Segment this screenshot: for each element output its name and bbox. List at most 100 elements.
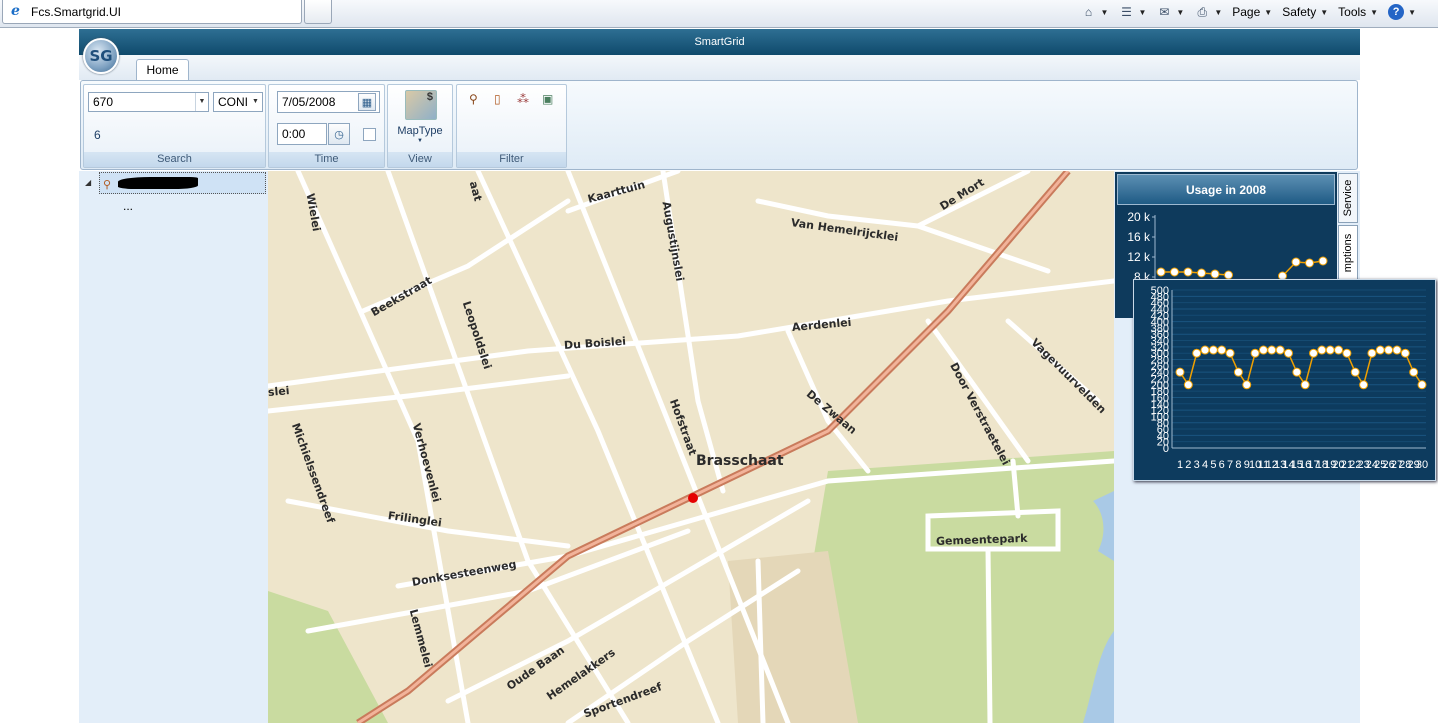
chevron-down-icon[interactable]: ▼ bbox=[249, 93, 262, 111]
data-point bbox=[1183, 267, 1193, 277]
tree-root-label-redacted bbox=[118, 177, 198, 189]
data-point bbox=[1400, 348, 1410, 358]
time-checkbox[interactable] bbox=[363, 128, 376, 141]
tab-service[interactable]: Service bbox=[1338, 173, 1358, 223]
chevron-down-icon[interactable]: ▼ bbox=[1138, 8, 1146, 17]
tab-consumptions[interactable]: mptions bbox=[1338, 225, 1358, 281]
y-tick-label: 20 k bbox=[1127, 210, 1151, 224]
data-point bbox=[1384, 345, 1394, 355]
data-point bbox=[1409, 367, 1419, 377]
x-tick-label: 7 bbox=[1227, 459, 1233, 471]
clock-icon[interactable]: ◷ bbox=[328, 123, 350, 145]
map-type-icon[interactable]: $ bbox=[405, 90, 437, 120]
calendar-icon[interactable]: ▦ bbox=[358, 93, 376, 111]
data-point bbox=[1291, 257, 1301, 267]
chevron-down-icon[interactable]: ▼ bbox=[1214, 8, 1222, 17]
data-point bbox=[1183, 380, 1193, 390]
map-type-button[interactable]: MapType bbox=[388, 125, 452, 137]
tree-view: ◢ ⚲ ... bbox=[79, 171, 268, 723]
expand-triangle-icon[interactable]: ◢ bbox=[85, 178, 91, 187]
home-icon[interactable]: ⌂ bbox=[1081, 4, 1097, 20]
street-label: slei bbox=[268, 384, 291, 399]
data-point bbox=[1156, 267, 1166, 277]
search-type-value: CONI bbox=[218, 95, 248, 109]
document-filter-icon[interactable]: ▯ bbox=[494, 92, 501, 106]
data-point bbox=[1258, 345, 1268, 355]
filter-group: ⚲ ▯ ⁂ ▣ Filter bbox=[456, 84, 567, 168]
data-point bbox=[1208, 345, 1218, 355]
data-point bbox=[1305, 258, 1314, 268]
search-result-count[interactable]: 6 bbox=[94, 128, 101, 142]
meter-location-pin[interactable] bbox=[688, 493, 698, 503]
date-value: 7/05/2008 bbox=[282, 95, 336, 109]
new-tab-button[interactable] bbox=[304, 0, 332, 24]
data-point bbox=[1342, 348, 1352, 358]
browser-tab[interactable]: e Fcs.Smartgrid.UI bbox=[2, 0, 302, 24]
chevron-down-icon[interactable]: ▼ bbox=[1320, 8, 1328, 17]
browser-command-bar: e Fcs.Smartgrid.UI ⌂ ▼ ☰ ▼ ✉ ▼ ⎙ ▼ Page ▼ Saf… bbox=[0, 0, 1438, 28]
data-point bbox=[1417, 380, 1427, 390]
help-icon[interactable]: ? bbox=[1388, 4, 1405, 20]
data-point bbox=[1197, 268, 1206, 278]
time-field[interactable]: 0:00 bbox=[277, 123, 327, 145]
data-point bbox=[1350, 367, 1360, 377]
print-icon[interactable]: ⎙ bbox=[1194, 4, 1210, 20]
chevron-down-icon[interactable]: ▼ bbox=[1101, 8, 1109, 17]
page-menu[interactable]: Page bbox=[1232, 5, 1260, 19]
data-point bbox=[1309, 348, 1319, 358]
data-point bbox=[1170, 267, 1179, 277]
tools-menu[interactable]: Tools bbox=[1338, 5, 1366, 19]
search-id-combo[interactable]: 670 ▼ bbox=[88, 92, 209, 112]
data-point bbox=[1217, 345, 1227, 355]
x-tick-label: 6 bbox=[1219, 459, 1225, 471]
map-view[interactable]: Wielei aat Kaarttuin Augustijnslei Van H… bbox=[268, 171, 1114, 723]
chevron-down-icon[interactable]: ▼ bbox=[195, 93, 208, 111]
meter-filter-icon[interactable]: ⚲ bbox=[469, 92, 478, 106]
time-group: 7/05/2008 ▦ 0:00 ◷ Time bbox=[268, 84, 385, 168]
data-point bbox=[1225, 348, 1235, 358]
data-point bbox=[1224, 270, 1233, 280]
data-point bbox=[1318, 256, 1328, 266]
time-group-label: Time bbox=[269, 152, 384, 167]
chevron-down-icon[interactable]: ▼ bbox=[1264, 8, 1272, 17]
tree-root-node[interactable]: ⚲ bbox=[99, 172, 266, 194]
chevron-down-icon[interactable]: ▼ bbox=[1370, 8, 1378, 17]
tree-child-node[interactable]: ... bbox=[123, 199, 133, 213]
safety-menu[interactable]: Safety bbox=[1282, 5, 1316, 19]
app-title: SmartGrid bbox=[79, 29, 1360, 55]
data-point bbox=[1359, 380, 1369, 390]
data-point bbox=[1283, 348, 1293, 358]
app-logo[interactable]: SG bbox=[83, 38, 119, 74]
ie-icon: e bbox=[11, 3, 20, 19]
network-filter-icon[interactable]: ⁂ bbox=[517, 92, 529, 106]
daily-usage-popup: 500 480 460 440 420 400 380 360 340 320 300 280 260 2… bbox=[1133, 279, 1436, 481]
search-type-combo[interactable]: CONI ▼ bbox=[213, 92, 263, 112]
y-tick-label: 0 bbox=[1163, 443, 1169, 455]
data-point bbox=[1275, 345, 1285, 355]
data-point bbox=[1317, 345, 1327, 355]
data-point bbox=[1300, 380, 1310, 390]
chevron-down-icon[interactable]: ▼ bbox=[388, 138, 452, 144]
park-area bbox=[268, 591, 388, 723]
mail-icon[interactable]: ✉ bbox=[1156, 4, 1172, 20]
data-point bbox=[1233, 367, 1243, 377]
data-point bbox=[1334, 345, 1344, 355]
feeds-icon[interactable]: ☰ bbox=[1118, 4, 1134, 20]
view-group-label: View bbox=[388, 152, 452, 167]
y-tick-label: 12 k bbox=[1127, 250, 1151, 264]
ribbon: 670 ▼ CONI ▼ 6 Search 7/05/2008 ▦ 0:00 ◷… bbox=[80, 80, 1358, 170]
data-point bbox=[1367, 348, 1377, 358]
city-label: Brasschaat bbox=[696, 453, 784, 469]
data-point bbox=[1292, 367, 1302, 377]
chevron-down-icon[interactable]: ▼ bbox=[1408, 8, 1416, 17]
view-group: $ MapType ▼ View bbox=[387, 84, 453, 168]
data-point bbox=[1250, 348, 1260, 358]
data-point bbox=[1175, 367, 1185, 377]
device-filter-icon[interactable]: ▣ bbox=[542, 92, 553, 106]
tab-home[interactable]: Home bbox=[136, 59, 189, 81]
chevron-down-icon[interactable]: ▼ bbox=[1176, 8, 1184, 17]
ribbon-tab-strip: Home bbox=[79, 55, 1360, 81]
y-tick-label: 16 k bbox=[1127, 230, 1151, 244]
search-group-label: Search bbox=[84, 152, 265, 167]
data-point bbox=[1267, 345, 1277, 355]
